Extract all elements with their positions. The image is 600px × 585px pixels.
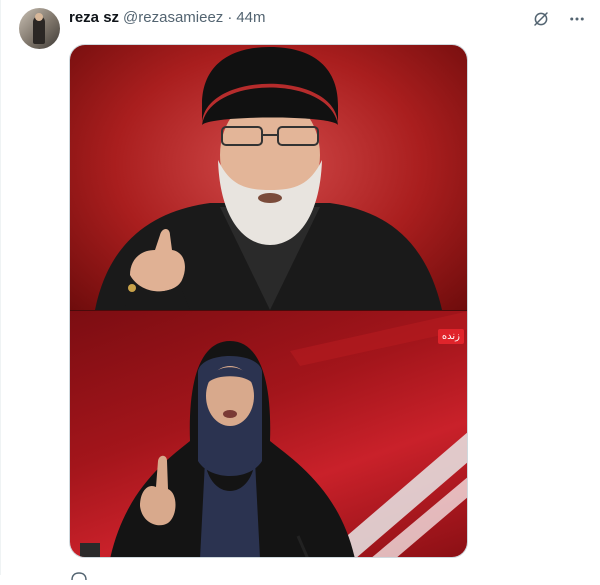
presenter-illustration [80,311,467,557]
author-handle[interactable]: @rezasamieez [123,9,223,26]
author-name[interactable]: reza sz [69,9,119,26]
speaker-illustration [95,47,442,310]
avatar[interactable] [19,8,60,49]
media-photo-bottom[interactable]: زنده [70,311,467,557]
post-header: reza sz @rezasamieez · 44m [69,9,266,26]
avatar-head [35,13,43,21]
reply-icon[interactable] [69,567,89,581]
post-time[interactable]: 44m [236,9,265,26]
separator-dot: · [227,9,233,26]
more-icon[interactable] [566,8,588,30]
live-badge: زنده [437,329,464,344]
grok-icon[interactable] [530,8,552,30]
top-actions [530,8,588,30]
media-photo-top[interactable] [70,45,467,310]
post-media[interactable]: زنده [69,44,468,558]
tweet-card[interactable]: reza sz @rezasamieez · 44m زنده [0,0,600,581]
